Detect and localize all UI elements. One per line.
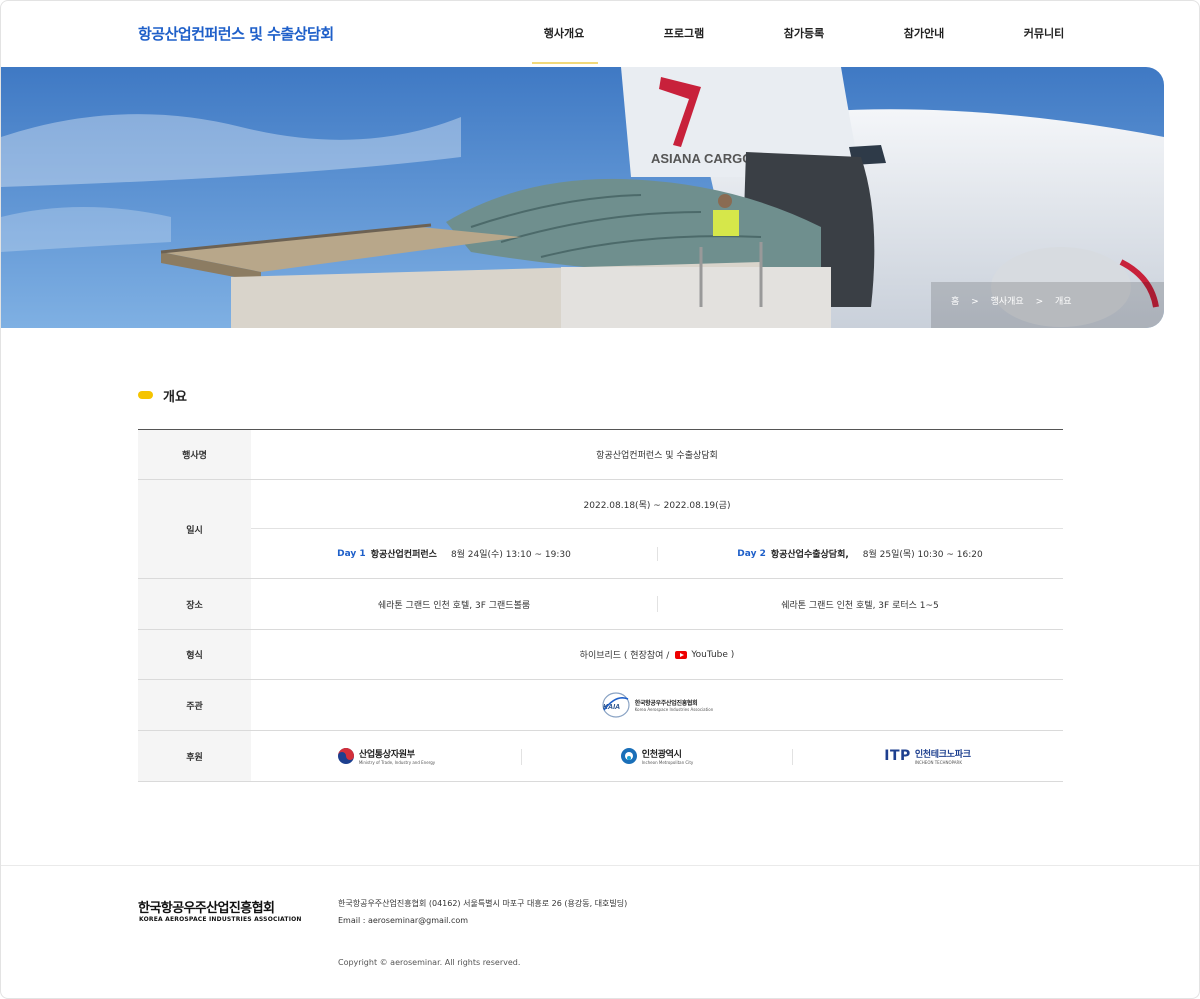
breadcrumb-current: 개요 bbox=[1055, 297, 1072, 307]
row-header: 형식 bbox=[138, 630, 251, 679]
day2-title: 항공산업수출상담회, bbox=[770, 550, 849, 560]
overview-table: 행사명 항공산업컨퍼런스 및 수출상담회 일시 2022.08.18(목) ~ … bbox=[138, 429, 1063, 782]
table-row-event-name: 행사명 항공산업컨퍼런스 및 수출상담회 bbox=[138, 430, 1063, 480]
sponsor-incheon: 인천광역시 Incheon Metropolitan City bbox=[521, 731, 792, 781]
cargo-plane-illustration: ASIANA CARGO bbox=[1, 67, 1164, 328]
sponsor-sub: Ministry of Trade, Industry and Energy bbox=[358, 760, 436, 765]
venue-day2: 쉐라톤 그랜드 인천 호텔, 3F 로터스 1~5 bbox=[781, 600, 939, 611]
breadcrumb: 홈 > 행사개요 > 개요 bbox=[951, 294, 1081, 307]
breadcrumb-separator: > bbox=[1035, 297, 1044, 307]
nav-item-program[interactable]: 프로그램 bbox=[664, 25, 704, 41]
nav-item-registration[interactable]: 참가등록 bbox=[784, 25, 824, 41]
hero-banner: ASIANA CARGO bbox=[1, 67, 1164, 328]
svg-text:KAIA: KAIA bbox=[603, 704, 620, 711]
day1-schedule: Day 1 항공산업컨퍼런스 8월 24일(수) 13:10 ~ 19:30 bbox=[251, 529, 657, 578]
incheon-logo: 인천광역시 Incheon Metropolitan City bbox=[620, 747, 694, 765]
sponsor-name: 인천테크노파크 bbox=[914, 750, 971, 760]
table-row-date: 일시 2022.08.18(목) ~ 2022.08.19(금) Day 1 항… bbox=[138, 480, 1063, 579]
taegeuk-icon bbox=[337, 748, 354, 764]
svg-text:ASIANA CARGO: ASIANA CARGO bbox=[651, 151, 752, 166]
event-name-value: 항공산업컨퍼런스 및 수출상담회 bbox=[596, 451, 718, 461]
breadcrumb-separator: > bbox=[971, 297, 979, 307]
nav-item-overview[interactable]: 행사개요 bbox=[544, 25, 584, 41]
kaia-emblem-icon: KAIA bbox=[602, 692, 630, 718]
day1-title: 항공산업컨퍼런스 bbox=[370, 550, 437, 560]
page-frame: 항공산업컨퍼런스 및 수출상담회 행사개요 프로그램 참가등록 참가안내 커뮤니… bbox=[0, 0, 1200, 999]
section-title: 개요 bbox=[163, 390, 187, 405]
footer-divider bbox=[1, 865, 1199, 866]
kaia-logo: KAIA 한국항공우주산업진흥협회 Korea Aerospace Indust… bbox=[601, 690, 714, 720]
table-row-format: 형식 하이브리드 ( 현장참여 / YouTube ) bbox=[138, 630, 1063, 680]
date-range: 2022.08.18(목) ~ 2022.08.19(금) bbox=[251, 480, 1063, 529]
format-value: 하이브리드 ( 현장참여 / YouTube ) bbox=[251, 630, 1063, 679]
sponsor-sub: Incheon Metropolitan City bbox=[641, 760, 694, 765]
day2-tag: Day 2 bbox=[737, 548, 766, 559]
itp-mark: ITP bbox=[884, 748, 911, 764]
host-logo: KAIA 한국항공우주산업진흥협회 Korea Aerospace Indust… bbox=[251, 680, 1063, 730]
nav-item-guide[interactable]: 참가안내 bbox=[904, 25, 944, 41]
motie-logo: 산업통상자원부 Ministry of Trade, Industry and … bbox=[337, 747, 435, 765]
day1-time: 8월 24일(수) 13:10 ~ 19:30 bbox=[450, 550, 571, 560]
sponsor-motie: 산업통상자원부 Ministry of Trade, Industry and … bbox=[251, 731, 521, 781]
row-header: 일시 bbox=[138, 480, 251, 578]
day2-schedule: Day 2 항공산업수출상담회, 8월 25일(목) 10:30 ~ 16:20 bbox=[657, 529, 1063, 578]
row-header: 행사명 bbox=[138, 430, 251, 479]
footer-address: 한국항공우주산업진흥협회 (04162) 서울특별시 마포구 대흥로 26 (용… bbox=[338, 899, 628, 908]
sponsor-itp: ITP 인천테크노파크 INCHEON TECHNOPARK bbox=[792, 731, 1063, 781]
host-org-sub: Korea Aerospace Industries Association bbox=[634, 707, 714, 712]
nav-active-indicator bbox=[532, 62, 598, 64]
row-header: 후원 bbox=[138, 731, 251, 781]
host-org-name: 한국항공우주산업진흥협회 bbox=[634, 700, 698, 707]
row-header: 장소 bbox=[138, 579, 251, 629]
table-row-venue: 장소 쉐라톤 그랜드 인천 호텔, 3F 그랜드볼룸 쉐라톤 그랜드 인천 호텔… bbox=[138, 579, 1063, 630]
footer-copyright: Copyright © aeroseminar. All rights rese… bbox=[338, 958, 521, 967]
nav-item-community[interactable]: 커뮤니티 bbox=[1024, 25, 1064, 41]
row-header: 주관 bbox=[138, 680, 251, 730]
main-nav: 행사개요 프로그램 참가등록 참가안내 커뮤니티 bbox=[1, 25, 1199, 65]
breadcrumb-home[interactable]: 홈 bbox=[951, 297, 959, 307]
venue-day1: 쉐라톤 그랜드 인천 호텔, 3F 그랜드볼룸 bbox=[377, 600, 531, 611]
sponsor-sub: INCHEON TECHNOPARK bbox=[914, 760, 962, 765]
site-header: 항공산업컨퍼런스 및 수출상담회 행사개요 프로그램 참가등록 참가안내 커뮤니… bbox=[1, 1, 1199, 67]
itp-logo: ITP 인천테크노파크 INCHEON TECHNOPARK bbox=[884, 747, 971, 765]
day1-tag: Day 1 bbox=[337, 548, 366, 559]
incheon-emblem-icon bbox=[620, 748, 637, 764]
heading-pill-icon bbox=[138, 391, 153, 399]
table-row-host: 주관 KAIA 한국항공우주산업진흥협회 Korea Aerospace Ind… bbox=[138, 680, 1063, 731]
sponsor-name: 인천광역시 bbox=[641, 750, 682, 760]
breadcrumb-overview[interactable]: 행사개요 bbox=[991, 297, 1024, 307]
footer-logo-korean: 한국항공우주산업진흥협회 bbox=[138, 901, 275, 916]
footer-email[interactable]: Email : aeroseminar@gmail.com bbox=[338, 916, 468, 925]
footer-logo-english: KOREA AEROSPACE INDUSTRIES ASSOCIATION bbox=[139, 916, 302, 923]
youtube-icon bbox=[675, 650, 688, 659]
sponsor-name: 산업통상자원부 bbox=[358, 750, 415, 760]
youtube-text: YouTube ) bbox=[691, 649, 735, 660]
format-text: 하이브리드 ( 현장참여 / bbox=[579, 651, 670, 661]
day2-time: 8월 25일(목) 10:30 ~ 16:20 bbox=[862, 550, 983, 560]
table-row-sponsors: 후원 산업통상자원부 Ministry of Trade, Industry a… bbox=[138, 731, 1063, 782]
